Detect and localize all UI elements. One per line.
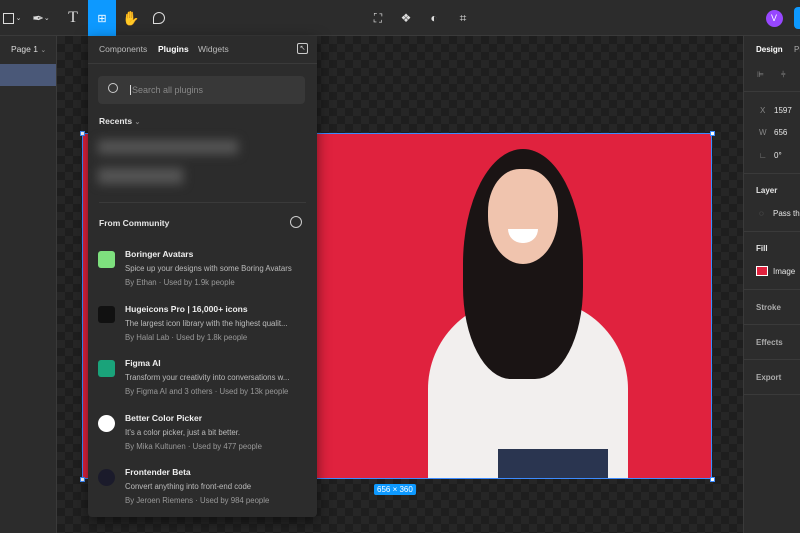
selected-layer-row[interactable] (0, 64, 56, 86)
rotation-icon: ∟ (759, 151, 767, 160)
layers-panel: Page 1 ⌄ (0, 36, 57, 533)
divider (88, 63, 317, 64)
globe-icon[interactable] (290, 216, 302, 228)
tab-prototype[interactable]: Pr (794, 45, 800, 54)
plugin-description: Convert anything into front-end code (125, 482, 252, 491)
stroke-heading[interactable]: Stroke (756, 303, 781, 312)
recents-toggle[interactable]: Recents ⌄ (99, 116, 140, 126)
component-icon: ❖ (400, 11, 412, 25)
search-icon (108, 83, 118, 93)
plugin-item[interactable]: Frontender Beta Convert anything into fr… (98, 467, 308, 523)
recent-items-blurred[interactable] (94, 136, 244, 196)
boringer-avatars-icon (98, 251, 115, 268)
divider (99, 202, 306, 203)
text-tool-button[interactable]: T (62, 0, 84, 36)
plugin-item[interactable]: Hugeicons Pro | 16,000+ icons The larges… (98, 304, 308, 360)
plugin-name: Frontender Beta (125, 467, 191, 477)
tab-widgets[interactable]: Widgets (198, 44, 229, 54)
page-label: Page 1 (11, 44, 38, 54)
tab-components[interactable]: Components (99, 44, 147, 54)
hand-icon: ✋ (122, 9, 140, 26)
plugin-item[interactable]: Figma AI Transform your creativity into … (98, 358, 308, 414)
rectangle-icon (2, 12, 14, 24)
align-center-icon[interactable]: ⫩ (781, 70, 786, 80)
resize-handle[interactable] (80, 131, 85, 136)
x-label: X (760, 106, 766, 115)
crop-frame-button[interactable]: ⛶ (368, 0, 388, 36)
contrast-button[interactable]: ◐ (424, 0, 444, 36)
fill-type[interactable]: Image (773, 267, 795, 276)
search-placeholder: Search all plugins (130, 85, 204, 95)
layer-heading: Layer (756, 186, 778, 195)
blend-mode-select[interactable]: Pass th (773, 209, 800, 218)
plugin-name: Hugeicons Pro | 16,000+ icons (125, 304, 248, 314)
plugin-description: Transform your creativity into conversat… (125, 373, 290, 382)
w-label: W (759, 128, 767, 137)
rotation-input[interactable]: 0° (774, 151, 782, 160)
align-left-icon[interactable]: ⊫ (757, 70, 764, 79)
resources-popover: Components Plugins Widgets ↖ Search all … (88, 36, 317, 517)
resize-handle[interactable] (710, 477, 715, 482)
plugin-meta: By Halal Lab · Used by 1.8k people (125, 333, 248, 342)
pen-tool-button[interactable]: ✒ ⌄ (30, 0, 52, 36)
plugin-item[interactable]: Better Color Picker It's a color picker,… (98, 413, 308, 469)
export-heading[interactable]: Export (756, 373, 781, 382)
resize-handle[interactable] (80, 477, 85, 482)
search-input[interactable]: Search all plugins (98, 76, 305, 104)
pen-icon: ✒ (32, 9, 44, 26)
effects-heading[interactable]: Effects (756, 338, 783, 347)
hand-tool-button[interactable]: ✋ (120, 0, 142, 36)
tab-design[interactable]: Design (756, 45, 783, 54)
w-input[interactable]: 656 (774, 128, 787, 137)
plugin-description: The largest icon library with the highes… (125, 319, 288, 328)
plugin-meta: By Ethan · Used by 1.9k people (125, 278, 235, 287)
x-input[interactable]: 1597 (774, 106, 792, 115)
resources-button[interactable]: ⊞ (88, 0, 116, 36)
photo-person (413, 149, 643, 478)
figma-ai-icon (98, 360, 115, 377)
crop-icon: ⌗ (459, 10, 467, 25)
toolbar: ⌄ ✒ ⌄ T ⊞ ✋ ⛶ ❖ ◐ ⌗ V (0, 0, 800, 36)
tab-plugins[interactable]: Plugins (158, 44, 189, 54)
size-label: 656 × 360 (374, 484, 416, 495)
share-button[interactable] (794, 7, 800, 29)
chevron-down-icon: ⌄ (40, 47, 47, 54)
plugin-item[interactable]: Boringer Avatars Spice up your designs w… (98, 249, 308, 305)
component-button[interactable]: ❖ (396, 0, 416, 36)
avatar-initial: V (765, 9, 783, 27)
page-selector[interactable]: Page 1 ⌄ (11, 44, 46, 54)
plugin-name: Boringer Avatars (125, 249, 194, 259)
plugin-name: Better Color Picker (125, 413, 202, 423)
plugin-name: Figma AI (125, 358, 161, 368)
plugin-meta: By Jeroen Riemens · Used by 984 people (125, 496, 270, 505)
plugin-description: It's a color picker, just a bit better. (125, 428, 241, 437)
crop-button[interactable]: ⌗ (453, 0, 473, 36)
resize-handle[interactable] (710, 131, 715, 136)
frame-icon: ⛶ (373, 10, 383, 25)
blend-icon: ◌ (759, 209, 764, 218)
plugin-meta: By Mika Kultunen · Used by 477 people (125, 442, 262, 451)
hugeicons-icon (98, 306, 115, 323)
avatar[interactable]: V (765, 0, 783, 36)
chevron-down-icon: ⌄ (43, 15, 50, 22)
recents-label: Recents (99, 116, 133, 126)
plugin-meta: By Figma AI and 3 others · Used by 13k p… (125, 387, 289, 396)
color-picker-icon (98, 415, 115, 432)
frame-tool-button[interactable]: ⌄ (0, 0, 24, 36)
chevron-down-icon: ⌄ (134, 119, 141, 126)
comment-tool-button[interactable] (148, 0, 170, 36)
properties-panel: Design Pr ⊫ ⫩ X 1597 W 656 ∟ 0° Layer ◌ … (743, 36, 800, 533)
frontender-icon (98, 469, 115, 486)
community-heading: From Community (99, 218, 170, 228)
collapse-icon[interactable]: ↖ (297, 43, 308, 54)
text-icon: T (68, 9, 78, 26)
chevron-down-icon: ⌄ (15, 15, 22, 22)
contrast-icon: ◐ (430, 11, 438, 25)
fill-swatch[interactable] (756, 266, 768, 276)
resources-icon: ⊞ (97, 12, 107, 25)
plugin-description: Spice up your designs with some Boring A… (125, 264, 292, 273)
comment-icon (153, 12, 165, 24)
fill-heading: Fill (756, 244, 768, 253)
